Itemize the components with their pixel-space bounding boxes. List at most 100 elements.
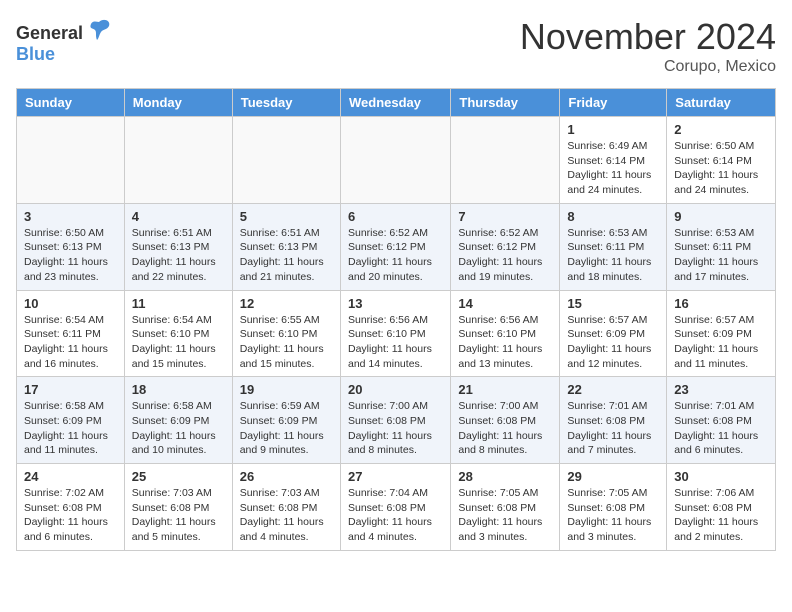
calendar-cell: 6Sunrise: 6:52 AMSunset: 6:12 PMDaylight…: [340, 203, 450, 290]
day-info: Sunrise: 6:51 AMSunset: 6:13 PMDaylight:…: [240, 226, 333, 285]
day-info: Sunrise: 7:05 AMSunset: 6:08 PMDaylight:…: [458, 486, 552, 545]
day-number: 8: [567, 209, 659, 224]
calendar-cell: 5 Sunrise: 6:51 AMSunset: 6:13 PMDaylight…: [232, 203, 340, 290]
calendar-cell: 11 Sunrise: 6:54 AMSunset: 6:10 PMDayligh…: [124, 290, 232, 377]
day-number: 21: [458, 382, 552, 397]
day-number: 22: [567, 382, 659, 397]
day-number: 2: [674, 122, 768, 137]
page: General Blue November 2024 Corupo, Mexic…: [0, 0, 792, 567]
logo-general: General: [16, 23, 83, 44]
calendar-week-row: 10 Sunrise: 6:54 AMSunset: 6:11 PMDayligh…: [17, 290, 776, 377]
day-number: 13: [348, 296, 443, 311]
day-info: Sunrise: 6:58 AMSunset: 6:09 PMDaylight:…: [24, 399, 117, 458]
day-info: Sunrise: 7:06 AMSunset: 6:08 PMDaylight:…: [674, 486, 768, 545]
day-info: Sunrise: 7:00 AMSunset: 6:08 PMDaylight:…: [458, 399, 552, 458]
logo-blue: Blue: [16, 44, 55, 65]
calendar-header-row: SundayMondayTuesdayWednesdayThursdayFrid…: [17, 89, 776, 117]
calendar-cell: 26Sunrise: 7:03 AMSunset: 6:08 PMDayligh…: [232, 464, 340, 551]
day-info: Sunrise: 7:04 AMSunset: 6:08 PMDaylight:…: [348, 486, 443, 545]
calendar-cell: [17, 117, 125, 204]
day-number: 14: [458, 296, 552, 311]
day-info: Sunrise: 6:53 AMSunset: 6:11 PMDaylight:…: [674, 226, 768, 285]
calendar-cell: 19 Sunrise: 6:59 AMSunset: 6:09 PMDayligh…: [232, 377, 340, 464]
day-number: 9: [674, 209, 768, 224]
day-info: Sunrise: 6:58 AMSunset: 6:09 PMDaylight:…: [132, 399, 225, 458]
day-info: Sunrise: 7:02 AMSunset: 6:08 PMDaylight:…: [24, 486, 117, 545]
calendar-cell: 18 Sunrise: 6:58 AMSunset: 6:09 PMDayligh…: [124, 377, 232, 464]
day-info: Sunrise: 6:55 AMSunset: 6:10 PMDaylight:…: [240, 313, 333, 372]
day-number: 5: [240, 209, 333, 224]
calendar-cell: 23 Sunrise: 7:01 AMSunset: 6:08 PMDayligh…: [667, 377, 776, 464]
calendar-cell: 24Sunrise: 7:02 AMSunset: 6:08 PMDayligh…: [17, 464, 125, 551]
day-number: 23: [674, 382, 768, 397]
calendar-cell: 1 Sunrise: 6:49 AMSunset: 6:14 PMDaylight…: [560, 117, 667, 204]
day-number: 11: [132, 296, 225, 311]
month-title: November 2024: [520, 16, 776, 58]
logo-bird-icon: [85, 16, 113, 50]
day-number: 17: [24, 382, 117, 397]
day-info: Sunrise: 6:56 AMSunset: 6:10 PMDaylight:…: [348, 313, 443, 372]
day-info: Sunrise: 6:49 AMSunset: 6:14 PMDaylight:…: [567, 139, 659, 198]
day-info: Sunrise: 7:05 AMSunset: 6:08 PMDaylight:…: [567, 486, 659, 545]
day-info: Sunrise: 6:56 AMSunset: 6:10 PMDaylight:…: [458, 313, 552, 372]
calendar-cell: [232, 117, 340, 204]
day-number: 25: [132, 469, 225, 484]
calendar-cell: 4 Sunrise: 6:51 AMSunset: 6:13 PMDaylight…: [124, 203, 232, 290]
day-info: Sunrise: 6:54 AMSunset: 6:11 PMDaylight:…: [24, 313, 117, 372]
day-number: 30: [674, 469, 768, 484]
day-number: 27: [348, 469, 443, 484]
header: General Blue November 2024 Corupo, Mexic…: [16, 16, 776, 76]
day-info: Sunrise: 6:57 AMSunset: 6:09 PMDaylight:…: [567, 313, 659, 372]
day-info: Sunrise: 7:03 AMSunset: 6:08 PMDaylight:…: [132, 486, 225, 545]
calendar-cell: 28Sunrise: 7:05 AMSunset: 6:08 PMDayligh…: [451, 464, 560, 551]
day-number: 15: [567, 296, 659, 311]
day-number: 16: [674, 296, 768, 311]
weekday-header: Tuesday: [232, 89, 340, 117]
logo: General Blue: [16, 16, 113, 65]
day-info: Sunrise: 7:01 AMSunset: 6:08 PMDaylight:…: [674, 399, 768, 458]
calendar-cell: 16Sunrise: 6:57 AMSunset: 6:09 PMDayligh…: [667, 290, 776, 377]
title-block: November 2024 Corupo, Mexico: [520, 16, 776, 76]
day-number: 18: [132, 382, 225, 397]
day-info: Sunrise: 6:53 AMSunset: 6:11 PMDaylight:…: [567, 226, 659, 285]
calendar-cell: 8 Sunrise: 6:53 AMSunset: 6:11 PMDaylight…: [560, 203, 667, 290]
weekday-header: Monday: [124, 89, 232, 117]
calendar: SundayMondayTuesdayWednesdayThursdayFrid…: [16, 88, 776, 551]
calendar-week-row: 3Sunrise: 6:50 AMSunset: 6:13 PMDaylight…: [17, 203, 776, 290]
calendar-cell: 22Sunrise: 7:01 AMSunset: 6:08 PMDayligh…: [560, 377, 667, 464]
day-info: Sunrise: 6:50 AMSunset: 6:14 PMDaylight:…: [674, 139, 768, 198]
calendar-cell: [340, 117, 450, 204]
calendar-cell: 30 Sunrise: 7:06 AMSunset: 6:08 PMDayligh…: [667, 464, 776, 551]
calendar-cell: 12 Sunrise: 6:55 AMSunset: 6:10 PMDayligh…: [232, 290, 340, 377]
day-info: Sunrise: 6:51 AMSunset: 6:13 PMDaylight:…: [132, 226, 225, 285]
day-info: Sunrise: 6:59 AMSunset: 6:09 PMDaylight:…: [240, 399, 333, 458]
weekday-header: Friday: [560, 89, 667, 117]
calendar-cell: [124, 117, 232, 204]
day-info: Sunrise: 6:54 AMSunset: 6:10 PMDaylight:…: [132, 313, 225, 372]
calendar-cell: 25 Sunrise: 7:03 AMSunset: 6:08 PMDayligh…: [124, 464, 232, 551]
calendar-cell: 21 Sunrise: 7:00 AMSunset: 6:08 PMDayligh…: [451, 377, 560, 464]
calendar-cell: 13 Sunrise: 6:56 AMSunset: 6:10 PMDayligh…: [340, 290, 450, 377]
day-number: 10: [24, 296, 117, 311]
calendar-cell: 27 Sunrise: 7:04 AMSunset: 6:08 PMDayligh…: [340, 464, 450, 551]
day-number: 20: [348, 382, 443, 397]
calendar-week-row: 1 Sunrise: 6:49 AMSunset: 6:14 PMDaylight…: [17, 117, 776, 204]
calendar-cell: [451, 117, 560, 204]
weekday-header: Sunday: [17, 89, 125, 117]
calendar-cell: 10 Sunrise: 6:54 AMSunset: 6:11 PMDayligh…: [17, 290, 125, 377]
day-info: Sunrise: 6:52 AMSunset: 6:12 PMDaylight:…: [458, 226, 552, 285]
calendar-cell: 9 Sunrise: 6:53 AMSunset: 6:11 PMDaylight…: [667, 203, 776, 290]
calendar-cell: 14 Sunrise: 6:56 AMSunset: 6:10 PMDayligh…: [451, 290, 560, 377]
day-number: 12: [240, 296, 333, 311]
weekday-header: Thursday: [451, 89, 560, 117]
calendar-cell: 7Sunrise: 6:52 AMSunset: 6:12 PMDaylight…: [451, 203, 560, 290]
weekday-header: Saturday: [667, 89, 776, 117]
day-number: 19: [240, 382, 333, 397]
calendar-cell: 17 Sunrise: 6:58 AMSunset: 6:09 PMDayligh…: [17, 377, 125, 464]
day-number: 6: [348, 209, 443, 224]
day-number: 4: [132, 209, 225, 224]
location: Corupo, Mexico: [520, 58, 776, 76]
day-info: Sunrise: 7:00 AMSunset: 6:08 PMDaylight:…: [348, 399, 443, 458]
calendar-cell: 15 Sunrise: 6:57 AMSunset: 6:09 PMDayligh…: [560, 290, 667, 377]
day-number: 1: [567, 122, 659, 137]
